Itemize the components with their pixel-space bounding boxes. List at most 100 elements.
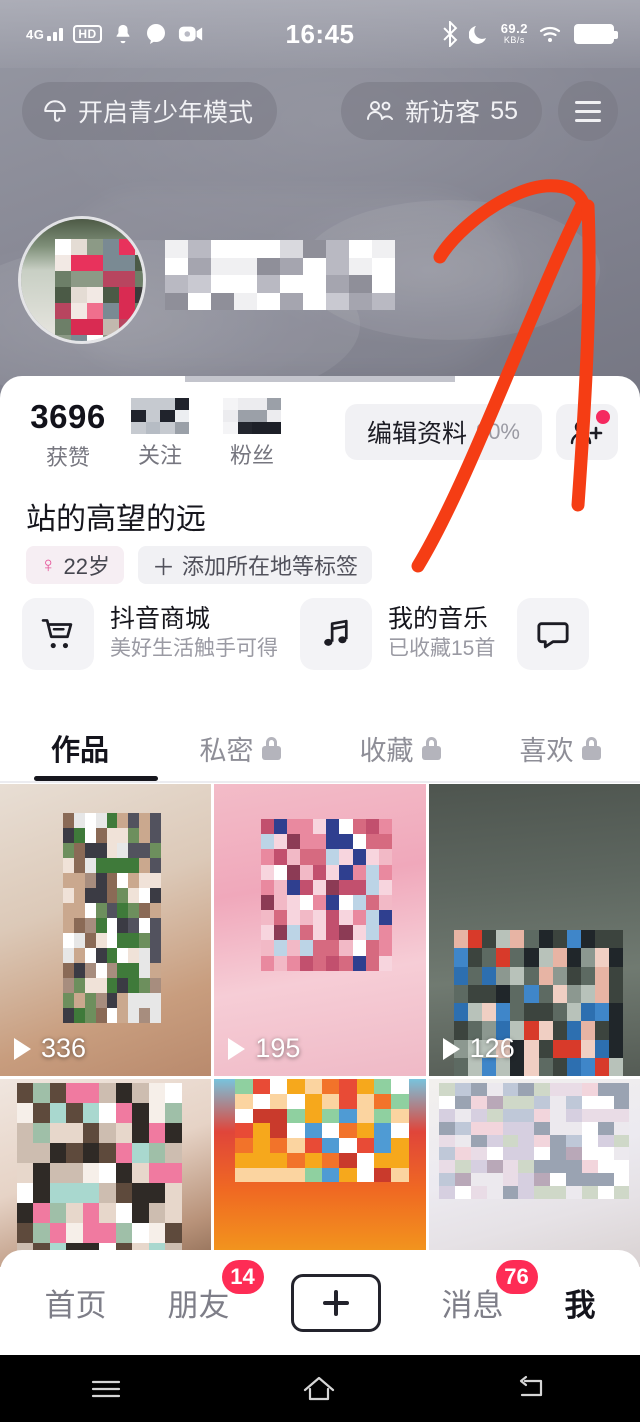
avatar-mosaic bbox=[55, 239, 143, 341]
status-bar: 4G HD 16:45 69.2 KB/s bbox=[0, 0, 640, 68]
tabs-divider bbox=[0, 781, 640, 783]
card-my-music[interactable]: 我的音乐 已收藏15首 bbox=[300, 598, 495, 670]
new-visitors-button[interactable]: 新访客 55 bbox=[341, 82, 542, 140]
video-play-count-value: 126 bbox=[469, 1033, 515, 1063]
play-icon bbox=[228, 1037, 246, 1060]
tab-liked-label: 喜欢 bbox=[519, 735, 574, 766]
video-cell[interactable] bbox=[0, 1079, 212, 1267]
speech-bubble-icon-box bbox=[517, 598, 590, 670]
video-thumbnail-mosaic bbox=[439, 1082, 630, 1200]
stats-row: 3696 获赞 关注 粉丝 编辑资料 90% bbox=[0, 398, 640, 478]
sheet-grabber[interactable] bbox=[185, 376, 455, 382]
avatar[interactable] bbox=[18, 216, 146, 344]
hamburger-icon-line bbox=[575, 118, 601, 122]
card-my-music-subtitle: 已收藏15首 bbox=[388, 637, 496, 661]
bottom-navigation: 首页 朋友 14 消息 76 我 bbox=[0, 1250, 640, 1355]
nav-messages-label: 消息 bbox=[441, 1288, 504, 1323]
music-icon-box bbox=[300, 598, 372, 670]
tab-private[interactable]: 私密 bbox=[160, 729, 320, 768]
tag-add-location[interactable]: ＋ 添加所在地等标签 bbox=[137, 546, 372, 584]
top-action-row: 开启青少年模式 新访客 55 bbox=[0, 78, 640, 144]
android-system-bar bbox=[0, 1355, 640, 1422]
play-icon bbox=[14, 1037, 31, 1060]
stat-following[interactable]: 关注 bbox=[114, 398, 206, 470]
menu-icon[interactable] bbox=[89, 1374, 123, 1404]
video-thumbnail-mosaic bbox=[235, 1079, 409, 1183]
stat-following-value-masked bbox=[131, 398, 189, 434]
tab-favorites-label: 收藏 bbox=[359, 735, 414, 766]
video-play-count: 126 bbox=[442, 1033, 515, 1064]
tab-liked[interactable]: 喜欢 bbox=[480, 729, 640, 768]
video-play-count-value: 336 bbox=[41, 1033, 87, 1063]
add-friend-button[interactable] bbox=[556, 404, 618, 460]
add-friend-badge bbox=[596, 410, 610, 424]
card-douyin-mall[interactable]: 抖音商城 美好生活触手可得 bbox=[22, 598, 278, 670]
menu-button[interactable] bbox=[558, 81, 618, 141]
edit-profile-button[interactable]: 编辑资料 90% bbox=[344, 404, 542, 460]
video-cell[interactable]: 126 bbox=[428, 784, 640, 1076]
video-cell[interactable]: 195 bbox=[214, 784, 426, 1076]
music-note-icon bbox=[324, 619, 348, 646]
nav-me-label: 我 bbox=[564, 1288, 596, 1323]
video-cell[interactable]: 336 bbox=[0, 784, 212, 1076]
video-play-count: 195 bbox=[228, 1033, 300, 1064]
video-grid: 336 195 126 bbox=[0, 784, 640, 1267]
play-icon bbox=[442, 1037, 460, 1060]
shortcut-cards: 抖音商城 美好生活触手可得 我的音乐 已收藏15首 bbox=[22, 598, 590, 670]
content-tabs: 作品 私密 收藏 喜欢 bbox=[0, 714, 640, 782]
plus-icon bbox=[322, 1289, 349, 1316]
back-icon[interactable] bbox=[515, 1374, 551, 1404]
teen-mode-button[interactable]: 开启青少年模式 bbox=[22, 82, 278, 140]
stat-likes-value: 3696 bbox=[30, 398, 106, 435]
video-thumbnail bbox=[428, 1079, 640, 1267]
card-partial[interactable] bbox=[517, 598, 590, 670]
home-icon[interactable] bbox=[300, 1373, 338, 1405]
video-thumbnail bbox=[0, 1079, 212, 1267]
video-play-count-value: 195 bbox=[255, 1033, 301, 1063]
battery-icon bbox=[574, 24, 618, 44]
stat-likes-label: 获赞 bbox=[45, 444, 90, 470]
video-thumbnail-mosaic bbox=[260, 819, 392, 971]
new-visitors-count: 55 bbox=[490, 96, 518, 125]
stat-followers-label: 粉丝 bbox=[229, 443, 274, 468]
new-visitors-label: 新访客 bbox=[405, 99, 481, 127]
video-play-count: 336 bbox=[14, 1033, 86, 1064]
tab-private-label: 私密 bbox=[199, 735, 254, 766]
tag-age-label: 22岁 bbox=[63, 554, 110, 579]
tab-active-indicator bbox=[34, 776, 158, 781]
stat-followers-value-masked bbox=[223, 398, 281, 434]
tag-add-location-label: 添加所在地等标签 bbox=[181, 554, 358, 579]
people-icon bbox=[367, 101, 394, 120]
username-masked bbox=[165, 240, 395, 310]
speech-bubble-icon bbox=[537, 622, 569, 649]
teen-mode-label: 开启青少年模式 bbox=[78, 99, 254, 127]
card-douyin-mall-text: 抖音商城 美好生活触手可得 bbox=[110, 604, 278, 664]
cart-icon bbox=[41, 619, 73, 649]
display-name: 站的高望的远 bbox=[26, 503, 206, 536]
stat-followers[interactable]: 粉丝 bbox=[206, 398, 298, 470]
stat-following-label: 关注 bbox=[137, 443, 182, 468]
tag-age[interactable]: ♀ 22岁 bbox=[26, 546, 124, 584]
video-cell[interactable] bbox=[428, 1079, 640, 1267]
nav-messages-badge: 76 bbox=[495, 1260, 538, 1294]
tab-favorites[interactable]: 收藏 bbox=[320, 729, 480, 768]
nav-me[interactable]: 我 bbox=[565, 1280, 596, 1325]
female-icon: ♀ bbox=[40, 552, 57, 577]
stat-likes[interactable]: 3696 获赞 bbox=[22, 398, 114, 472]
nav-friends[interactable]: 朋友 14 bbox=[168, 1260, 264, 1325]
nav-home[interactable]: 首页 bbox=[45, 1280, 107, 1325]
video-cell[interactable] bbox=[214, 1079, 426, 1267]
nav-home-label: 首页 bbox=[44, 1288, 107, 1323]
username-mosaic bbox=[165, 240, 395, 310]
lock-icon bbox=[581, 736, 601, 760]
nav-create-button[interactable] bbox=[289, 1273, 382, 1332]
edit-profile-label: 编辑资料 bbox=[366, 420, 467, 448]
edit-profile-percent: 90% bbox=[475, 419, 520, 444]
video-thumbnail-mosaic bbox=[63, 813, 161, 1024]
cart-icon-box bbox=[22, 598, 94, 670]
profile-tags: ♀ 22岁 ＋ 添加所在地等标签 bbox=[26, 546, 372, 584]
card-douyin-mall-title: 抖音商城 bbox=[110, 605, 211, 634]
nav-messages[interactable]: 消息 76 bbox=[441, 1260, 538, 1325]
tab-works[interactable]: 作品 bbox=[0, 727, 160, 769]
card-douyin-mall-subtitle: 美好生活触手可得 bbox=[110, 637, 278, 661]
